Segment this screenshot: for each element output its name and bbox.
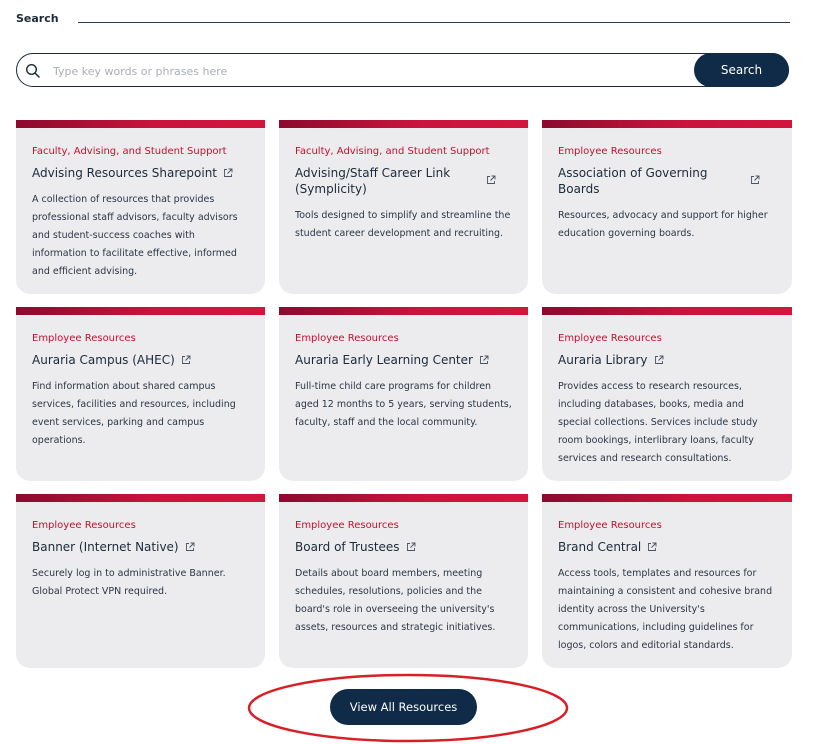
card-description: Access tools, templates and resources fo… (558, 568, 773, 651)
card-accent-bar (542, 494, 792, 502)
search-bar: Search (16, 53, 789, 87)
card-accent-bar (542, 307, 792, 315)
card-accent-bar (16, 494, 265, 502)
card-category: Employee Resources (295, 333, 399, 344)
card-category: Employee Resources (295, 520, 399, 531)
resource-card[interactable]: Employee Resources Board of Trustees Det… (279, 494, 528, 668)
card-title[interactable]: Auraria Campus (AHEC) (32, 352, 175, 368)
card-title[interactable]: Association of Governing Boards (558, 165, 728, 197)
search-divider (78, 22, 790, 23)
card-title[interactable]: Advising Resources Sharepoint (32, 165, 217, 181)
card-category: Employee Resources (32, 520, 136, 531)
card-title[interactable]: Board of Trustees (295, 539, 400, 555)
external-link-icon (224, 168, 233, 177)
card-description: Full-time child care programs for childr… (295, 381, 512, 428)
card-accent-bar (279, 494, 528, 502)
card-category: Faculty, Advising, and Student Support (295, 146, 490, 157)
search-button[interactable]: Search (694, 53, 789, 87)
card-accent-bar (279, 120, 528, 128)
external-link-icon (185, 542, 195, 551)
card-description: Provides access to research resources, i… (558, 381, 758, 464)
resource-card[interactable]: Faculty, Advising, and Student Support A… (16, 120, 265, 294)
resource-card[interactable]: Employee Resources Auraria Library Provi… (542, 307, 792, 481)
card-accent-bar (16, 307, 265, 315)
card-description: Details about board members, meeting sch… (295, 568, 496, 633)
resource-card[interactable]: Employee Resources Auraria Campus (AHEC)… (16, 307, 265, 481)
card-description: Tools designed to simplify and streamlin… (295, 210, 511, 239)
card-category: Faculty, Advising, and Student Support (32, 146, 227, 157)
search-heading: Search (16, 12, 59, 25)
card-description: A collection of resources that provides … (32, 194, 238, 277)
card-category: Employee Resources (558, 333, 662, 344)
card-category: Employee Resources (558, 520, 662, 531)
resource-card[interactable]: Employee Resources Association of Govern… (542, 120, 792, 294)
card-accent-bar (16, 120, 265, 128)
view-all-resources-button[interactable]: View All Resources (330, 689, 477, 725)
card-title[interactable]: Banner (Internet Native) (32, 539, 179, 555)
card-title[interactable]: Advising/Staff Career Link (Symplicity) (295, 165, 465, 197)
card-title[interactable]: Auraria Library (558, 352, 648, 368)
card-category: Employee Resources (558, 146, 662, 157)
resource-card[interactable]: Faculty, Advising, and Student Support A… (279, 120, 528, 294)
external-link-icon (406, 542, 415, 551)
card-title[interactable]: Brand Central (558, 539, 641, 555)
resource-card[interactable]: Employee Resources Brand Central Access … (542, 494, 792, 668)
card-accent-bar (542, 120, 792, 128)
external-link-icon (480, 355, 489, 364)
card-description: Find information about shared campus ser… (32, 381, 236, 446)
resource-grid: Faculty, Advising, and Student Support A… (16, 120, 792, 668)
external-link-icon (487, 175, 496, 184)
card-category: Employee Resources (32, 333, 136, 344)
search-icon (25, 63, 40, 78)
external-link-icon (648, 542, 657, 551)
card-accent-bar (279, 307, 528, 315)
card-title[interactable]: Auraria Early Learning Center (295, 352, 473, 368)
resource-card[interactable]: Employee Resources Auraria Early Learnin… (279, 307, 528, 481)
card-description: Resources, advocacy and support for high… (558, 210, 768, 239)
external-link-icon (181, 355, 191, 364)
card-description: Securely log in to administrative Banner… (32, 568, 226, 597)
external-link-icon (654, 355, 663, 364)
external-link-icon (751, 175, 760, 184)
resource-card[interactable]: Employee Resources Banner (Internet Nati… (16, 494, 265, 668)
search-input[interactable] (51, 59, 695, 83)
